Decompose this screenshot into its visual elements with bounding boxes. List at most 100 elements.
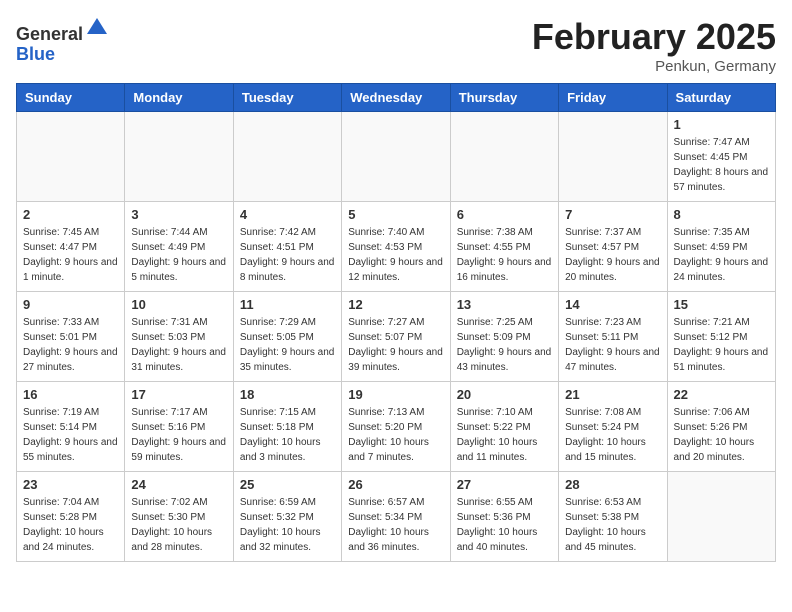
day-info: Sunrise: 7:47 AMSunset: 4:45 PMDaylight:… bbox=[674, 135, 769, 195]
day-cell bbox=[559, 112, 667, 202]
day-cell bbox=[342, 112, 450, 202]
day-cell: 17 Sunrise: 7:17 AMSunset: 5:16 PMDayligh… bbox=[125, 382, 233, 472]
day-cell: 26 Sunrise: 6:57 AMSunset: 5:34 PMDayligh… bbox=[342, 472, 450, 562]
day-number: 7 bbox=[565, 207, 660, 222]
day-info: Sunrise: 7:17 AMSunset: 5:16 PMDaylight:… bbox=[131, 405, 226, 465]
day-info: Sunrise: 7:45 AMSunset: 4:47 PMDaylight:… bbox=[23, 225, 118, 285]
day-number: 3 bbox=[131, 207, 226, 222]
day-info: Sunrise: 7:35 AMSunset: 4:59 PMDaylight:… bbox=[674, 225, 769, 285]
day-cell: 21 Sunrise: 7:08 AMSunset: 5:24 PMDayligh… bbox=[559, 382, 667, 472]
week-row-4: 16 Sunrise: 7:19 AMSunset: 5:14 PMDayligh… bbox=[17, 382, 776, 472]
day-cell: 5 Sunrise: 7:40 AMSunset: 4:53 PMDaylight… bbox=[342, 202, 450, 292]
day-cell: 15 Sunrise: 7:21 AMSunset: 5:12 PMDayligh… bbox=[667, 292, 775, 382]
weekday-header-wednesday: Wednesday bbox=[342, 84, 450, 112]
day-number: 4 bbox=[240, 207, 335, 222]
day-info: Sunrise: 7:19 AMSunset: 5:14 PMDaylight:… bbox=[23, 405, 118, 465]
logo: General Blue bbox=[16, 16, 109, 65]
day-number: 26 bbox=[348, 477, 443, 492]
page-header: General Blue February 2025 Penkun, Germa… bbox=[16, 16, 776, 75]
day-number: 10 bbox=[131, 297, 226, 312]
day-number: 17 bbox=[131, 387, 226, 402]
day-cell: 2 Sunrise: 7:45 AMSunset: 4:47 PMDaylight… bbox=[17, 202, 125, 292]
week-row-1: 1 Sunrise: 7:47 AMSunset: 4:45 PMDaylight… bbox=[17, 112, 776, 202]
title-block: February 2025 Penkun, Germany bbox=[532, 16, 776, 75]
day-info: Sunrise: 6:57 AMSunset: 5:34 PMDaylight:… bbox=[348, 495, 443, 555]
weekday-header-thursday: Thursday bbox=[450, 84, 558, 112]
day-info: Sunrise: 6:59 AMSunset: 5:32 PMDaylight:… bbox=[240, 495, 335, 555]
day-cell: 16 Sunrise: 7:19 AMSunset: 5:14 PMDayligh… bbox=[17, 382, 125, 472]
day-number: 14 bbox=[565, 297, 660, 312]
day-number: 13 bbox=[457, 297, 552, 312]
day-number: 1 bbox=[674, 117, 769, 132]
day-number: 8 bbox=[674, 207, 769, 222]
day-cell: 12Sunrise: 7:27 AMSunset: 5:07 PMDayligh… bbox=[342, 292, 450, 382]
day-info: Sunrise: 7:37 AMSunset: 4:57 PMDaylight:… bbox=[565, 225, 660, 285]
day-info: Sunrise: 7:13 AMSunset: 5:20 PMDaylight:… bbox=[348, 405, 443, 465]
day-cell bbox=[17, 112, 125, 202]
day-cell: 24Sunrise: 7:02 AMSunset: 5:30 PMDayligh… bbox=[125, 472, 233, 562]
calendar: SundayMondayTuesdayWednesdayThursdayFrid… bbox=[16, 83, 776, 562]
day-cell: 8 Sunrise: 7:35 AMSunset: 4:59 PMDaylight… bbox=[667, 202, 775, 292]
day-info: Sunrise: 7:40 AMSunset: 4:53 PMDaylight:… bbox=[348, 225, 443, 285]
day-info: Sunrise: 6:55 AMSunset: 5:36 PMDaylight:… bbox=[457, 495, 552, 555]
day-info: Sunrise: 7:42 AMSunset: 4:51 PMDaylight:… bbox=[240, 225, 335, 285]
week-row-5: 23Sunrise: 7:04 AMSunset: 5:28 PMDayligh… bbox=[17, 472, 776, 562]
week-row-2: 2 Sunrise: 7:45 AMSunset: 4:47 PMDaylight… bbox=[17, 202, 776, 292]
day-cell bbox=[667, 472, 775, 562]
logo-general: General bbox=[16, 24, 83, 44]
day-info: Sunrise: 7:08 AMSunset: 5:24 PMDaylight:… bbox=[565, 405, 660, 465]
day-cell: 11 Sunrise: 7:29 AMSunset: 5:05 PMDayligh… bbox=[233, 292, 341, 382]
day-number: 16 bbox=[23, 387, 118, 402]
day-cell: 4 Sunrise: 7:42 AMSunset: 4:51 PMDaylight… bbox=[233, 202, 341, 292]
day-info: Sunrise: 7:21 AMSunset: 5:12 PMDaylight:… bbox=[674, 315, 769, 375]
weekday-header-sunday: Sunday bbox=[17, 84, 125, 112]
day-info: Sunrise: 7:23 AMSunset: 5:11 PMDaylight:… bbox=[565, 315, 660, 375]
day-number: 23 bbox=[23, 477, 118, 492]
day-number: 11 bbox=[240, 297, 335, 312]
day-number: 22 bbox=[674, 387, 769, 402]
day-cell: 14 Sunrise: 7:23 AMSunset: 5:11 PMDayligh… bbox=[559, 292, 667, 382]
day-number: 15 bbox=[674, 297, 769, 312]
day-info: Sunrise: 7:10 AMSunset: 5:22 PMDaylight:… bbox=[457, 405, 552, 465]
day-cell: 6Sunrise: 7:38 AMSunset: 4:55 PMDaylight… bbox=[450, 202, 558, 292]
day-info: Sunrise: 6:53 AMSunset: 5:38 PMDaylight:… bbox=[565, 495, 660, 555]
day-number: 28 bbox=[565, 477, 660, 492]
day-cell bbox=[125, 112, 233, 202]
logo-blue: Blue bbox=[16, 44, 55, 64]
day-number: 2 bbox=[23, 207, 118, 222]
day-cell: 10 Sunrise: 7:31 AMSunset: 5:03 PMDayligh… bbox=[125, 292, 233, 382]
day-number: 5 bbox=[348, 207, 443, 222]
day-info: Sunrise: 7:06 AMSunset: 5:26 PMDaylight:… bbox=[674, 405, 769, 465]
day-cell bbox=[233, 112, 341, 202]
weekday-header-monday: Monday bbox=[125, 84, 233, 112]
day-cell: 20Sunrise: 7:10 AMSunset: 5:22 PMDayligh… bbox=[450, 382, 558, 472]
day-info: Sunrise: 7:33 AMSunset: 5:01 PMDaylight:… bbox=[23, 315, 118, 375]
day-info: Sunrise: 7:29 AMSunset: 5:05 PMDaylight:… bbox=[240, 315, 335, 375]
month-title: February 2025 bbox=[532, 16, 776, 58]
weekday-header-row: SundayMondayTuesdayWednesdayThursdayFrid… bbox=[17, 84, 776, 112]
weekday-header-saturday: Saturday bbox=[667, 84, 775, 112]
day-cell: 18Sunrise: 7:15 AMSunset: 5:18 PMDayligh… bbox=[233, 382, 341, 472]
day-cell: 9 Sunrise: 7:33 AMSunset: 5:01 PMDaylight… bbox=[17, 292, 125, 382]
weekday-header-friday: Friday bbox=[559, 84, 667, 112]
logo-icon bbox=[85, 16, 109, 40]
day-number: 21 bbox=[565, 387, 660, 402]
day-number: 19 bbox=[348, 387, 443, 402]
day-number: 12 bbox=[348, 297, 443, 312]
day-cell bbox=[450, 112, 558, 202]
day-cell: 27 Sunrise: 6:55 AMSunset: 5:36 PMDayligh… bbox=[450, 472, 558, 562]
day-cell: 23Sunrise: 7:04 AMSunset: 5:28 PMDayligh… bbox=[17, 472, 125, 562]
day-cell: 13 Sunrise: 7:25 AMSunset: 5:09 PMDayligh… bbox=[450, 292, 558, 382]
week-row-3: 9 Sunrise: 7:33 AMSunset: 5:01 PMDaylight… bbox=[17, 292, 776, 382]
day-info: Sunrise: 7:25 AMSunset: 5:09 PMDaylight:… bbox=[457, 315, 552, 375]
day-cell: 1 Sunrise: 7:47 AMSunset: 4:45 PMDaylight… bbox=[667, 112, 775, 202]
day-number: 24 bbox=[131, 477, 226, 492]
day-cell: 22 Sunrise: 7:06 AMSunset: 5:26 PMDayligh… bbox=[667, 382, 775, 472]
day-number: 18 bbox=[240, 387, 335, 402]
day-cell: 19 Sunrise: 7:13 AMSunset: 5:20 PMDayligh… bbox=[342, 382, 450, 472]
day-info: Sunrise: 7:31 AMSunset: 5:03 PMDaylight:… bbox=[131, 315, 226, 375]
day-number: 27 bbox=[457, 477, 552, 492]
day-cell: 3 Sunrise: 7:44 AMSunset: 4:49 PMDaylight… bbox=[125, 202, 233, 292]
day-number: 9 bbox=[23, 297, 118, 312]
day-info: Sunrise: 7:44 AMSunset: 4:49 PMDaylight:… bbox=[131, 225, 226, 285]
